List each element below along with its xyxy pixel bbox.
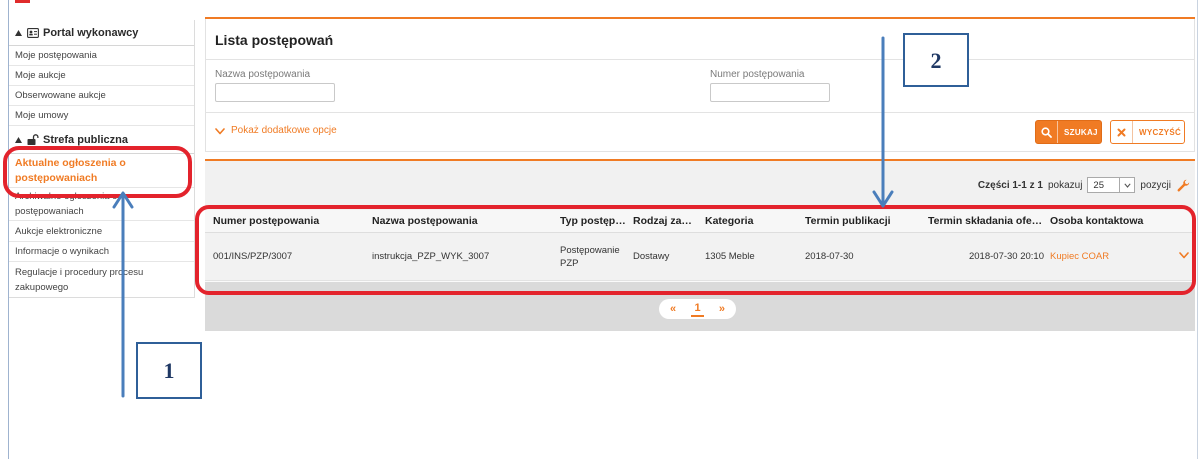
annotation-box-1: 1 (136, 342, 202, 399)
highlight-results-table (195, 205, 1196, 295)
annotation-label-2: 2 (931, 48, 942, 73)
annotation-arrow-up (112, 191, 134, 398)
annotation-arrow-down (872, 36, 894, 208)
annotation-box-2: 2 (903, 33, 969, 87)
highlight-active-sidebar-item (3, 146, 192, 198)
annotation-label-1: 1 (164, 358, 175, 383)
annotation-overlay: 1 2 (3, 33, 1196, 399)
